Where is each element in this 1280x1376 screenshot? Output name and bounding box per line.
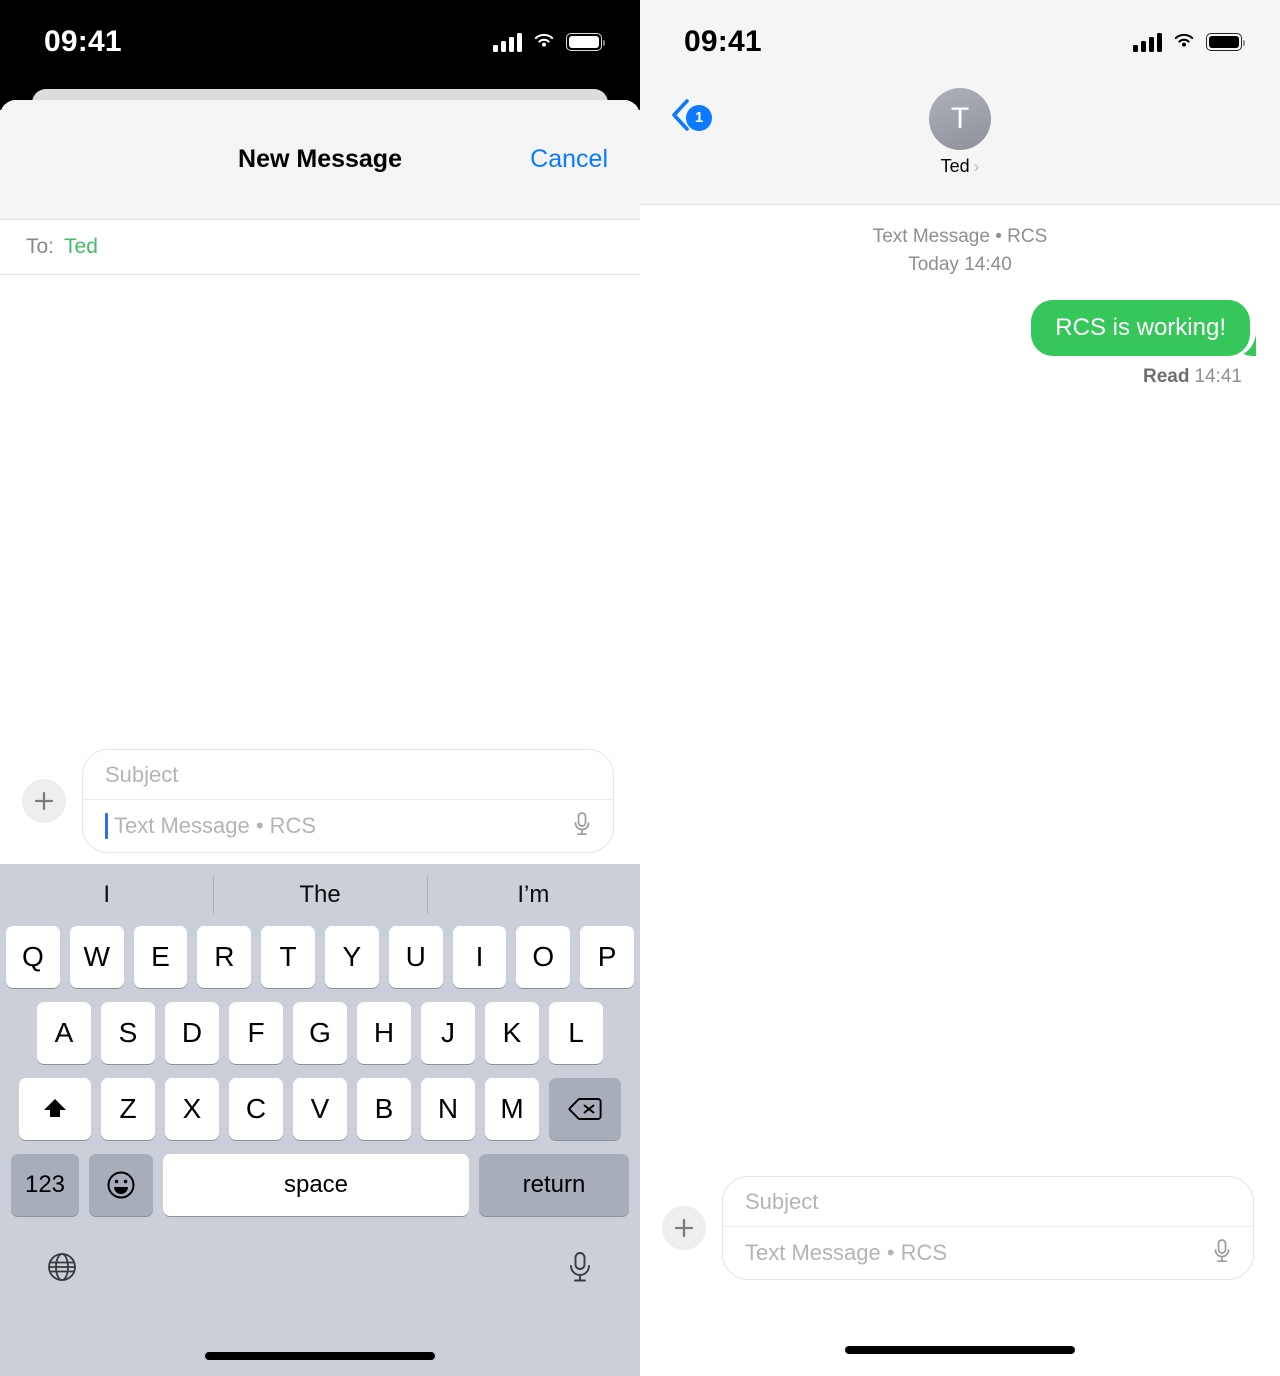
message-input-row[interactable]: Text Message • RCS [83,800,613,852]
dictation-microphone-icon[interactable] [566,1250,594,1289]
keyboard-row-4: 123 space return [0,1154,640,1216]
status-bar-time: 09:41 [44,25,122,58]
key-p[interactable]: P [580,926,634,988]
key-j[interactable]: J [421,1002,475,1064]
conversation-service-meta: Text Message • RCS Today 14:40 [640,223,1280,278]
key-r[interactable]: R [197,926,252,988]
conversation-timestamp: Today 14:40 [908,253,1012,275]
prediction-0[interactable]: I [0,881,213,909]
key-g[interactable]: G [293,1002,347,1064]
back-button[interactable]: 1 [670,98,712,137]
key-m[interactable]: M [485,1078,539,1140]
chevron-right-icon: › [973,156,980,176]
keyboard-row-2: A S D F G H J K L [0,1002,640,1064]
contact-name-button[interactable]: Ted › [941,156,980,177]
keyboard-row-1: Q W E R T Y U I O P [0,926,640,988]
keyboard-accessory-bar [0,1226,640,1312]
plus-icon[interactable] [662,1206,706,1250]
wifi-icon [532,31,556,54]
key-s[interactable]: S [101,1002,155,1064]
cellular-signal-icon [1133,32,1162,52]
right-composer-inner: Subject Text Message • RCS [640,1176,1280,1280]
message-bubble[interactable]: RCS is working! [1031,300,1250,357]
right-composer-bar: Subject Text Message • RCS [640,1176,1280,1280]
read-receipt-time: 14:41 [1194,366,1242,388]
subject-input[interactable]: Subject [83,750,613,800]
service-label: Text Message • RCS [872,226,1048,247]
key-q[interactable]: Q [6,926,60,988]
key-n[interactable]: N [421,1078,475,1140]
predictive-text-bar: I The I’m [0,864,640,926]
cellular-signal-icon [493,32,522,52]
emoji-key-icon[interactable] [89,1154,153,1216]
dual-phone-screenshot: 09:41 New Message Cancel To: Ted Subject… [0,0,1280,1376]
sheet-header: New Message Cancel [0,100,640,219]
battery-icon [566,33,605,51]
subject-input[interactable]: Subject [723,1177,1253,1227]
key-v[interactable]: V [293,1078,347,1140]
key-o[interactable]: O [516,926,571,988]
right-phone-conversation-screen: 09:41 1 T Ted › Text Message • RCS Today… [640,0,1280,1376]
status-bar-icons [1133,31,1245,54]
unread-count-badge: 1 [686,104,712,131]
home-indicator [845,1346,1075,1354]
globe-key-icon[interactable] [46,1251,78,1288]
key-k[interactable]: K [485,1002,539,1064]
key-l[interactable]: L [549,1002,603,1064]
space-key[interactable]: space [163,1154,469,1216]
home-indicator [205,1352,435,1360]
status-bar-time: 09:41 [684,25,762,58]
message-delivery-status: Read 14:41 [640,366,1280,388]
key-z[interactable]: Z [101,1078,155,1140]
key-f[interactable]: F [229,1002,283,1064]
shift-key-icon[interactable] [19,1078,91,1140]
key-a[interactable]: A [37,1002,91,1064]
microphone-icon[interactable] [571,810,593,843]
return-key[interactable]: return [479,1154,629,1216]
backspace-key-icon[interactable] [549,1078,621,1140]
wifi-icon [1172,31,1196,54]
message-input-pill[interactable]: Subject Text Message • RCS [722,1176,1254,1280]
key-u[interactable]: U [388,926,443,988]
message-row-outgoing: RCS is working! [640,300,1280,357]
key-e[interactable]: E [133,926,188,988]
key-t[interactable]: T [261,926,315,988]
left-phone-new-message-screen: 09:41 New Message Cancel To: Ted Subject… [0,0,640,1376]
battery-icon [1206,33,1245,51]
recipient-token-ted[interactable]: Ted [64,235,98,259]
key-y[interactable]: Y [325,926,379,988]
message-input-placeholder: Text Message • RCS [745,1240,948,1265]
key-d[interactable]: D [165,1002,219,1064]
right-status-bar: 09:41 [640,0,1280,84]
keyboard-row-3: Z X C V B N M [0,1078,640,1140]
on-screen-keyboard: I The I’m Q W E R T Y U I O P A S D F G … [0,864,640,1376]
prediction-2[interactable]: I’m [427,881,640,909]
key-h[interactable]: H [357,1002,411,1064]
key-b[interactable]: B [357,1078,411,1140]
message-input-placeholder: Text Message • RCS [114,813,317,838]
key-w[interactable]: W [69,926,124,988]
message-input-row[interactable]: Text Message • RCS [723,1227,1253,1279]
plus-icon[interactable] [22,779,66,823]
text-cursor [105,813,108,839]
to-label: To: [26,235,55,258]
conversation-header: 09:41 1 T Ted › [640,0,1280,205]
read-receipt-label: Read [1142,366,1190,388]
recipient-field-row[interactable]: To: Ted [0,219,640,275]
contact-header-block[interactable]: T Ted › [929,88,991,177]
key-x[interactable]: X [165,1078,219,1140]
message-input-pill[interactable]: Subject Text Message • RCS [82,749,614,853]
empty-conversation-area [0,275,640,749]
left-composer-bar: Subject Text Message • RCS [0,749,640,853]
avatar[interactable]: T [929,88,991,150]
key-c[interactable]: C [229,1078,283,1140]
numbers-key[interactable]: 123 [11,1154,79,1216]
prediction-1[interactable]: The [213,881,426,909]
status-bar-icons [493,31,605,54]
cancel-button[interactable]: Cancel [530,145,608,174]
key-i[interactable]: I [452,926,507,988]
left-status-bar: 09:41 [0,0,640,84]
microphone-icon[interactable] [1211,1237,1233,1270]
contact-name-label: Ted [940,156,970,176]
